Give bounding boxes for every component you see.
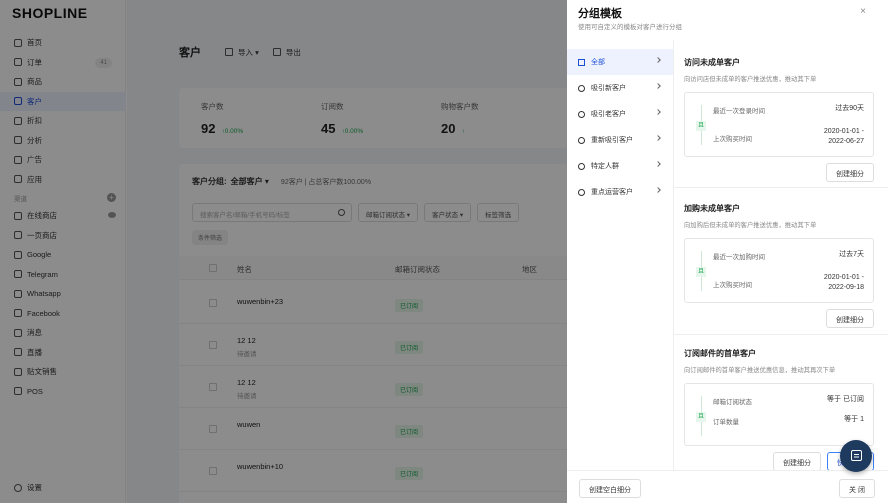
user-icon (578, 162, 585, 170)
create-segment-button[interactable]: 创建细分 (826, 163, 874, 182)
and-badge: 且 (696, 412, 706, 422)
clock-icon (578, 110, 585, 118)
chevron-right-icon (655, 57, 661, 63)
condition-box: 且 最近一次登录时间 过去90天 上次购买时间 2020-01-01 - 202… (684, 92, 874, 157)
and-badge: 且 (696, 267, 706, 277)
category-specific-group[interactable]: 特定人群 (567, 153, 673, 179)
new-customer-icon (578, 84, 585, 92)
star-user-icon (578, 188, 585, 196)
chat-support-button[interactable] (840, 440, 872, 472)
create-segment-button[interactable]: 创建细分 (826, 309, 874, 328)
chevron-right-icon (655, 135, 661, 141)
chevron-right-icon (655, 83, 661, 89)
and-badge: 且 (696, 121, 706, 131)
drawer-title: 分组模板 (578, 8, 622, 20)
create-segment-button[interactable]: 创建细分 (773, 452, 821, 471)
drawer-subtitle: 使用可自定义的模板对客户进行分组 (578, 24, 682, 31)
condition-box: 且 邮箱订阅状态 等于 已订阅 订单数量 等于 1 (684, 383, 874, 446)
template-category-menu: 全部 吸引新客户 吸引老客户 重新吸引客户 特定人群 重点运营客户 (567, 49, 673, 205)
category-new-customers[interactable]: 吸引新客户 (567, 75, 673, 101)
drawer-divider (673, 40, 674, 470)
drawer-footer: 创建空白细分 关 闭 (567, 470, 888, 503)
condition-box: 且 最近一次加购时间 过去7天 上次购买时间 2020-01-01 - 2022… (684, 238, 874, 303)
list-icon (578, 58, 585, 66)
template-card: 访问未成单客户 向访问店但未成单的客户推送优惠，推动其下单 且 最近一次登录时间… (684, 57, 874, 182)
group-template-drawer: 分组模板 使用可自定义的模板对客户进行分组 × 全部 吸引新客户 吸引老客户 重… (567, 0, 888, 503)
chat-icon (851, 450, 862, 461)
chevron-right-icon (655, 109, 661, 115)
category-key-customers[interactable]: 重点运营客户 (567, 179, 673, 205)
template-card: 加购未成单客户 向加购后但未成单的客户推送优惠，推动其下单 且 最近一次加购时间… (684, 203, 874, 328)
category-old-customers[interactable]: 吸引老客户 (567, 101, 673, 127)
category-all[interactable]: 全部 (567, 49, 673, 75)
chevron-right-icon (655, 187, 661, 193)
modal-overlay[interactable] (0, 0, 567, 503)
close-button[interactable]: 关 闭 (839, 479, 875, 498)
create-blank-segment-button[interactable]: 创建空白细分 (579, 479, 641, 498)
close-icon[interactable]: × (860, 6, 866, 17)
category-reengage[interactable]: 重新吸引客户 (567, 127, 673, 153)
calendar-icon (578, 136, 585, 144)
chevron-right-icon (655, 161, 661, 167)
